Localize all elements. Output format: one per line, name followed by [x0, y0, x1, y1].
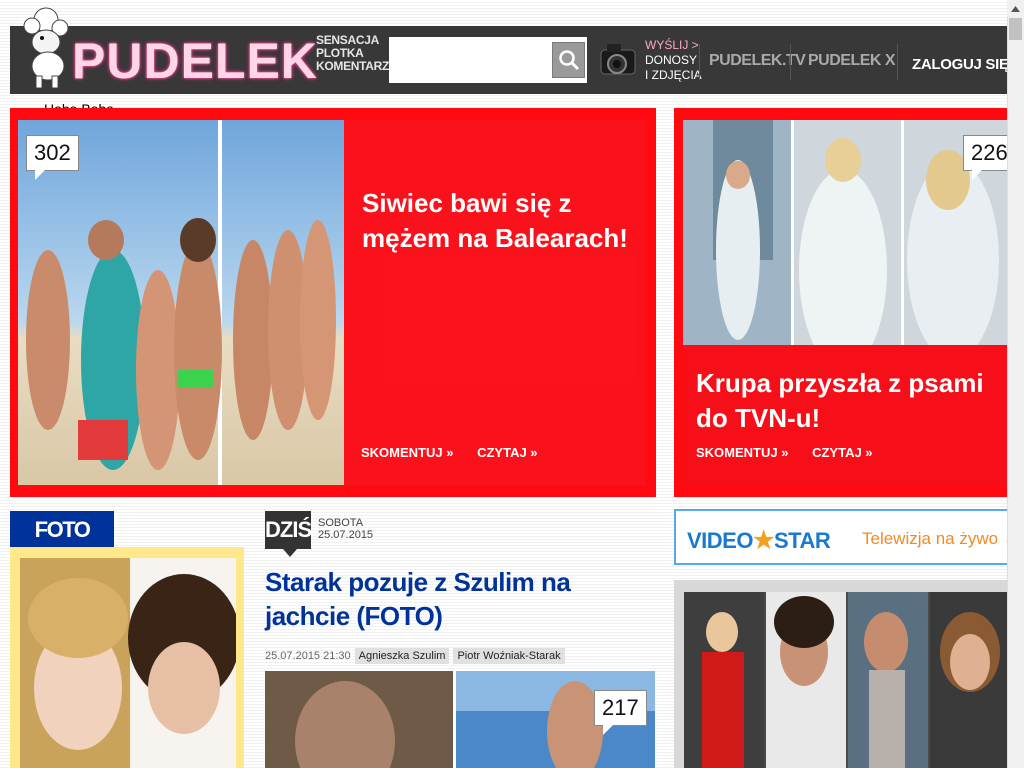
foto-foto-photo[interactable] [20, 558, 236, 768]
hero-right-links: SKOMENTUJ » CZYTAJ » [696, 445, 893, 460]
read-link[interactable]: CZYTAJ » [477, 445, 537, 460]
comment-count-badge[interactable]: 302 [26, 135, 79, 180]
tagline-line: KOMENTARZ [316, 59, 390, 73]
today-label: DZIŚ [265, 511, 312, 549]
article-tag[interactable]: Agnieszka Szulim [354, 648, 450, 664]
article-title[interactable]: Starak pozuje z Szulim na jachcie (FOTO) [265, 565, 645, 633]
comment-link[interactable]: SKOMENTUJ » [696, 445, 788, 460]
send-tips-line: I ZDJĘCIA [645, 68, 702, 82]
search-button[interactable] [552, 42, 585, 78]
poodle-logo-icon [23, 7, 69, 89]
nav-pudelek-x[interactable]: PUDELEK X [808, 52, 896, 70]
send-tips-link[interactable]: WYŚLIJ > DONOSY I ZDJĘCIA [645, 38, 702, 83]
comment-count-badge[interactable]: 217 [594, 690, 647, 735]
hero-left-title[interactable]: Siwiec bawi się z mężem na Balearach! [362, 186, 632, 256]
camera-icon[interactable] [597, 38, 639, 82]
live-tv-link[interactable]: Telewizja na żywo → [862, 529, 1020, 549]
hero-left-photo[interactable] [18, 120, 344, 485]
header-divider [790, 44, 791, 80]
send-tips-title: WYŚLIJ > [645, 38, 699, 52]
article-timestamp: 25.07.2015 21:30 [265, 650, 351, 662]
send-tips-line: DONOSY [645, 53, 698, 67]
hero-left-overlay [344, 120, 646, 485]
videostar-brand: STAR [773, 528, 831, 553]
vertical-scrollbar[interactable] [1007, 0, 1024, 768]
today-date: SOBOTA 25.07.2015 [318, 517, 373, 541]
today-day: SOBOTA [318, 517, 364, 529]
today-date-value: 25.07.2015 [318, 529, 374, 541]
scrollbar-thumb[interactable] [1009, 18, 1022, 40]
today-label-arrow [283, 549, 297, 557]
videostar-brand: VIDEO [687, 528, 753, 553]
read-link[interactable]: CZYTAJ » [812, 445, 872, 460]
foto-foto-label[interactable]: FOTO FOTO [10, 511, 114, 579]
hero-right-photo[interactable] [683, 120, 1008, 345]
article-meta: 25.07.2015 21:30 Agnieszka Szulim Piotr … [265, 648, 565, 664]
header-divider [699, 44, 700, 80]
hero-right-title[interactable]: Krupa przyszła z psami do TVN-u! [696, 366, 1016, 436]
site-logo[interactable]: PUDELEK [72, 30, 318, 92]
gallery-photo[interactable] [684, 592, 1013, 768]
article-tag[interactable]: Piotr Woźniak-Starak [453, 648, 565, 664]
videostar-logo[interactable]: VIDEO★STAR [687, 526, 831, 555]
search-icon [558, 50, 579, 71]
login-label: ZALOGUJ SIĘ [912, 56, 1009, 73]
header-divider [897, 44, 898, 80]
tagline: SENSACJA PLOTKA KOMENTARZ [316, 34, 389, 73]
hero-left-links: SKOMENTUJ » CZYTAJ » [361, 445, 558, 460]
scroll-up-arrow-icon[interactable] [1007, 0, 1024, 17]
star-icon: ★ [752, 527, 775, 554]
comment-link[interactable]: SKOMENTUJ » [361, 445, 453, 460]
